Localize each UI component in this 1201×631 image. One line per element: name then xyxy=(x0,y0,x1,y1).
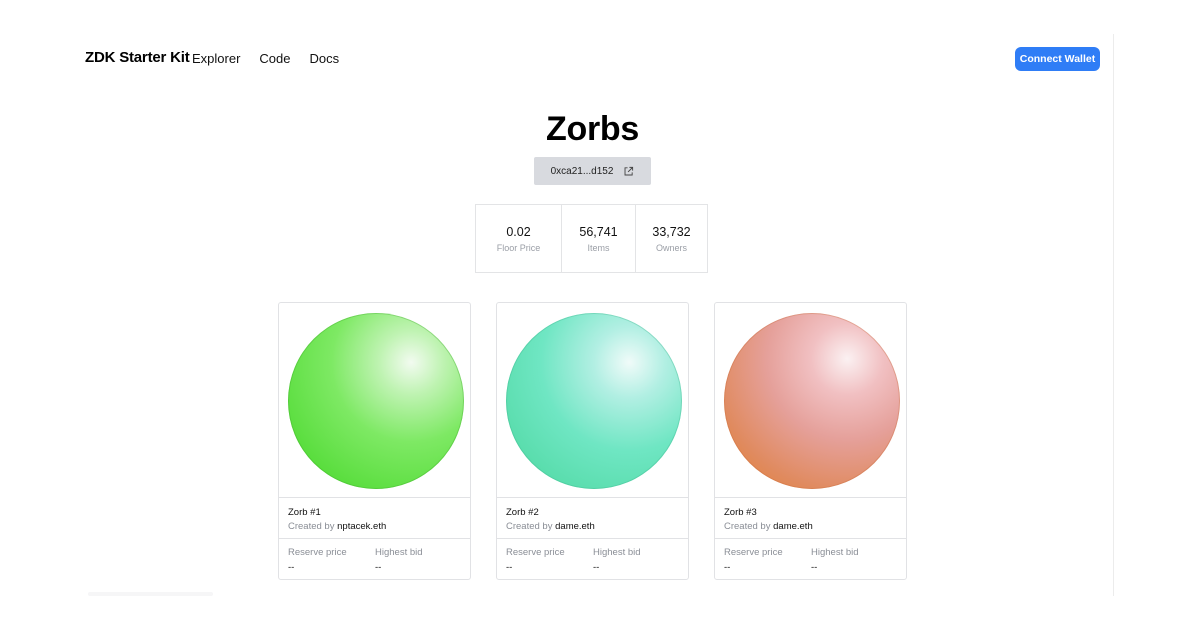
nft-card-zorb-3[interactable]: Zorb #3 Created by dame.eth Reserve pric… xyxy=(714,302,907,580)
main-nav: Explorer Code Docs xyxy=(192,51,339,66)
highest-bid: Highest bid -- xyxy=(375,547,462,573)
nft-card-zorb-1[interactable]: Zorb #1 Created by nptacek.eth Reserve p… xyxy=(278,302,471,580)
reserve-price-value: -- xyxy=(506,562,513,573)
page: ZDK Starter Kit Explorer Code Docs Conne… xyxy=(0,0,1201,631)
collection-stats: 0.02 Floor Price 56,741 Items 33,732 Own… xyxy=(475,204,708,273)
highest-bid-value: -- xyxy=(811,562,818,573)
nft-card-zorb-2[interactable]: Zorb #2 Created by dame.eth Reserve pric… xyxy=(496,302,689,580)
nft-image-container xyxy=(497,303,688,498)
nav-explorer[interactable]: Explorer xyxy=(192,51,240,66)
stat-floor-price: 0.02 Floor Price xyxy=(476,205,561,272)
nft-prices: Reserve price -- Highest bid -- xyxy=(497,539,688,573)
reserve-price-value: -- xyxy=(724,562,731,573)
nft-name: Zorb #1 xyxy=(288,507,321,518)
nft-info: Zorb #2 Created by dame.eth xyxy=(497,498,688,539)
highest-bid-label: Highest bid xyxy=(811,547,859,558)
brand-logo[interactable]: ZDK Starter Kit xyxy=(85,49,190,66)
highest-bid-label: Highest bid xyxy=(375,547,423,558)
footer-placeholder xyxy=(88,592,213,596)
zorb-image xyxy=(288,313,464,489)
stat-label: Floor Price xyxy=(496,242,541,253)
reserve-price: Reserve price -- xyxy=(288,547,375,573)
nft-image-container xyxy=(715,303,906,498)
reserve-price-label: Reserve price xyxy=(724,547,783,558)
nav-docs[interactable]: Docs xyxy=(310,51,340,66)
nft-creator: Created by dame.eth xyxy=(724,521,906,532)
nft-creator: Created by nptacek.eth xyxy=(288,521,470,532)
stat-label: Owners xyxy=(655,242,687,253)
created-by-label: Created by xyxy=(724,521,771,532)
nft-info: Zorb #3 Created by dame.eth xyxy=(715,498,906,539)
reserve-price: Reserve price -- xyxy=(724,547,811,573)
creator-name[interactable]: nptacek.eth xyxy=(337,521,386,532)
creator-name[interactable]: dame.eth xyxy=(555,521,595,532)
nav-code[interactable]: Code xyxy=(259,51,290,66)
creator-name[interactable]: dame.eth xyxy=(773,521,813,532)
created-by-label: Created by xyxy=(288,521,335,532)
stat-owners: 33,732 Owners xyxy=(635,205,707,272)
nft-prices: Reserve price -- Highest bid -- xyxy=(715,539,906,573)
collection-title: Zorbs xyxy=(546,110,639,148)
connect-wallet-button[interactable]: Connect Wallet xyxy=(1015,47,1100,71)
stat-items: 56,741 Items xyxy=(561,205,635,272)
nft-info: Zorb #1 Created by nptacek.eth xyxy=(279,498,470,539)
highest-bid-label: Highest bid xyxy=(593,547,641,558)
stat-value: 0.02 xyxy=(506,224,531,239)
nft-name: Zorb #3 xyxy=(724,507,757,518)
reserve-price-label: Reserve price xyxy=(288,547,347,558)
nft-creator: Created by dame.eth xyxy=(506,521,688,532)
contract-address: 0xca21...d152 xyxy=(550,165,614,177)
highest-bid-value: -- xyxy=(593,562,600,573)
highest-bid: Highest bid -- xyxy=(811,547,898,573)
contract-address-link[interactable]: 0xca21...d152 xyxy=(534,157,651,185)
nft-prices: Reserve price -- Highest bid -- xyxy=(279,539,470,573)
stat-label: Items xyxy=(587,242,610,253)
highest-bid: Highest bid -- xyxy=(593,547,680,573)
highest-bid-value: -- xyxy=(375,562,382,573)
stat-value: 56,741 xyxy=(579,224,618,239)
external-link-icon xyxy=(623,166,634,177)
nft-name: Zorb #2 xyxy=(506,507,539,518)
zorb-image xyxy=(506,313,682,489)
nft-image-container xyxy=(279,303,470,498)
stat-value: 33,732 xyxy=(652,224,691,239)
zorb-image xyxy=(724,313,900,489)
reserve-price-label: Reserve price xyxy=(506,547,565,558)
created-by-label: Created by xyxy=(506,521,553,532)
reserve-price: Reserve price -- xyxy=(506,547,593,573)
header: ZDK Starter Kit Explorer Code Docs Conne… xyxy=(85,47,1101,73)
reserve-price-value: -- xyxy=(288,562,295,573)
